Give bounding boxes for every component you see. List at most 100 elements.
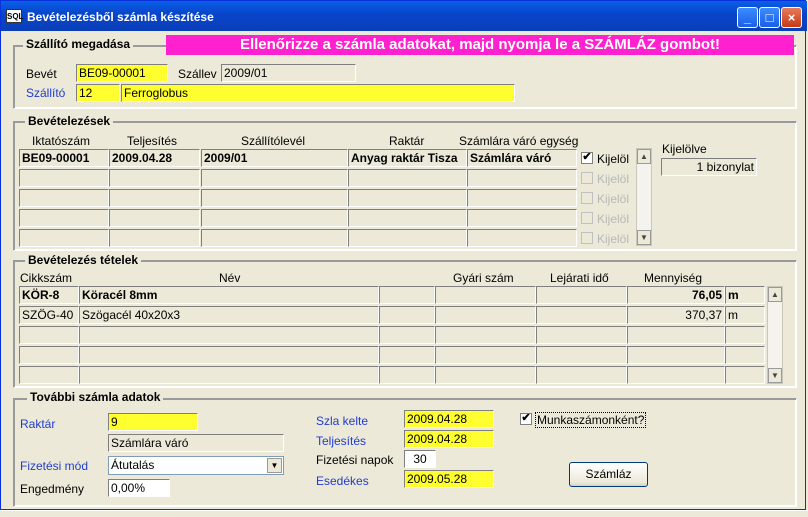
col-lejarati-ido: Lejárati idő [550,271,609,285]
cell-cikkszam[interactable]: SZÖG-40 [19,306,79,324]
cell-mertekegyseg[interactable] [725,346,765,364]
cell-mennyiseg[interactable] [627,326,725,344]
cell-mennyiseg[interactable] [627,366,725,384]
cell-nev[interactable]: Szögacél 40x20x3 [79,306,379,324]
cell-extra[interactable] [379,326,435,344]
cell-teljesites[interactable]: 2009.04.28 [109,149,200,167]
cell-iktatoszam[interactable] [19,169,109,187]
scroll-up-icon[interactable]: ▲ [768,287,782,302]
cell-cikkszam[interactable] [19,346,79,364]
cell-lejarati-ido[interactable] [536,346,627,364]
cell-mertekegyseg[interactable] [725,326,765,344]
cell-extra[interactable] [379,366,435,384]
cell-cikkszam[interactable] [19,326,79,344]
raktar-field[interactable]: 9 [108,413,198,431]
teljesites-label[interactable]: Teljesítés [316,434,366,448]
kijelol-checkbox[interactable] [581,232,593,244]
kijelol-checkbox[interactable] [581,172,593,184]
cell-iktatoszam[interactable] [19,189,109,207]
scroll-down-icon[interactable]: ▼ [768,368,782,383]
szla-kelte-label[interactable]: Szla kelte [316,414,368,428]
kijelol-checkbox[interactable] [581,212,593,224]
cell-lejarati-ido[interactable] [536,366,627,384]
minimize-button[interactable]: _ [737,7,758,28]
cell-cikkszam[interactable] [19,366,79,384]
cell-egyseg[interactable]: Számlára váró [467,149,577,167]
cell-egyseg[interactable] [467,169,577,187]
app-icon[interactable]: SQL [6,9,23,23]
munkaszamonkent-checkbox[interactable]: ✔ [520,413,532,425]
esedekes-label[interactable]: Esedékes [316,474,369,488]
cell-raktar[interactable] [348,209,467,227]
cell-mennyiseg[interactable]: 370,37 [627,306,725,324]
cell-egyseg[interactable] [467,209,577,227]
cell-egyseg[interactable] [467,189,577,207]
close-button[interactable]: × [781,7,802,28]
cell-iktatoszam[interactable] [19,229,109,247]
cell-nev[interactable] [79,366,379,384]
szamlaz-button[interactable]: Számláz [569,462,648,487]
szallito-code-field[interactable]: 12 [76,84,120,102]
cell-teljesites[interactable] [109,209,200,227]
cell-teljesites[interactable] [109,169,200,187]
teljesites-field[interactable]: 2009.04.28 [404,430,494,448]
cell-extra[interactable] [379,306,435,324]
cell-gyari-szam[interactable] [435,346,536,364]
cell-szallitolevel[interactable] [201,169,348,187]
cell-cikkszam[interactable]: KÖR-8 [19,286,79,304]
cell-iktatoszam[interactable]: BE09-00001 [19,149,109,167]
cell-teljesites[interactable] [109,189,200,207]
cell-szallitolevel[interactable] [201,229,348,247]
cell-raktar[interactable] [348,169,467,187]
invoice-group-title: További számla adatok [27,390,164,404]
cell-raktar[interactable] [348,229,467,247]
cell-mertekegyseg[interactable]: m [725,286,765,304]
cell-gyari-szam[interactable] [435,326,536,344]
engedmeny-field[interactable]: 0,00% [108,479,170,497]
cell-gyari-szam[interactable] [435,306,536,324]
cell-lejarati-ido[interactable] [536,286,627,304]
munkaszamonkent-label[interactable]: Munkaszámonként? [535,412,647,428]
cell-teljesites[interactable] [109,229,200,247]
cell-raktar[interactable]: Anyag raktár Tisza [348,149,467,167]
bevet-field[interactable]: BE09-00001 [76,64,168,82]
receipts-scrollbar[interactable]: ▲ ▼ [636,148,652,246]
cell-egyseg[interactable] [467,229,577,247]
cell-nev[interactable] [79,346,379,364]
cell-szallitolevel[interactable] [201,209,348,227]
fizetesi-mod-select[interactable]: Átutalás ▼ [108,456,284,475]
cell-lejarati-ido[interactable] [536,306,627,324]
col-gyari-szam: Gyári szám [453,271,514,285]
szallev-field[interactable]: 2009/01 [221,64,356,82]
title-bar[interactable]: SQL Bevételezésből számla készítése _ □ … [1,1,807,31]
chevron-down-icon[interactable]: ▼ [267,458,282,473]
items-scrollbar[interactable]: ▲ ▼ [767,286,783,384]
cell-extra[interactable] [379,286,435,304]
fizetesi-mod-label[interactable]: Fizetési mód [20,459,88,473]
szallito-label[interactable]: Szállító [26,86,65,100]
szla-kelte-field[interactable]: 2009.04.28 [404,410,494,428]
cell-mertekegyseg[interactable]: m [725,306,765,324]
scroll-down-icon[interactable]: ▼ [637,230,651,245]
kijelol-checkbox[interactable]: ✔ [581,152,593,164]
cell-iktatoszam[interactable] [19,209,109,227]
cell-nev[interactable]: Köracél 8mm [79,286,379,304]
maximize-button[interactable]: □ [759,7,780,28]
fizetesi-napok-field[interactable]: 30 [404,450,436,468]
esedekes-field[interactable]: 2009.05.28 [404,470,494,488]
cell-gyari-szam[interactable] [435,366,536,384]
cell-szallitolevel[interactable]: 2009/01 [201,149,348,167]
raktar-label[interactable]: Raktár [20,417,55,431]
cell-mennyiseg[interactable]: 76,05 [627,286,725,304]
cell-mertekegyseg[interactable] [725,366,765,384]
szallito-name-field[interactable]: Ferroglobus [121,84,515,102]
scroll-up-icon[interactable]: ▲ [637,149,651,164]
cell-szallitolevel[interactable] [201,189,348,207]
cell-extra[interactable] [379,346,435,364]
kijelol-checkbox[interactable] [581,192,593,204]
cell-raktar[interactable] [348,189,467,207]
cell-mennyiseg[interactable] [627,346,725,364]
cell-lejarati-ido[interactable] [536,326,627,344]
cell-gyari-szam[interactable] [435,286,536,304]
cell-nev[interactable] [79,326,379,344]
